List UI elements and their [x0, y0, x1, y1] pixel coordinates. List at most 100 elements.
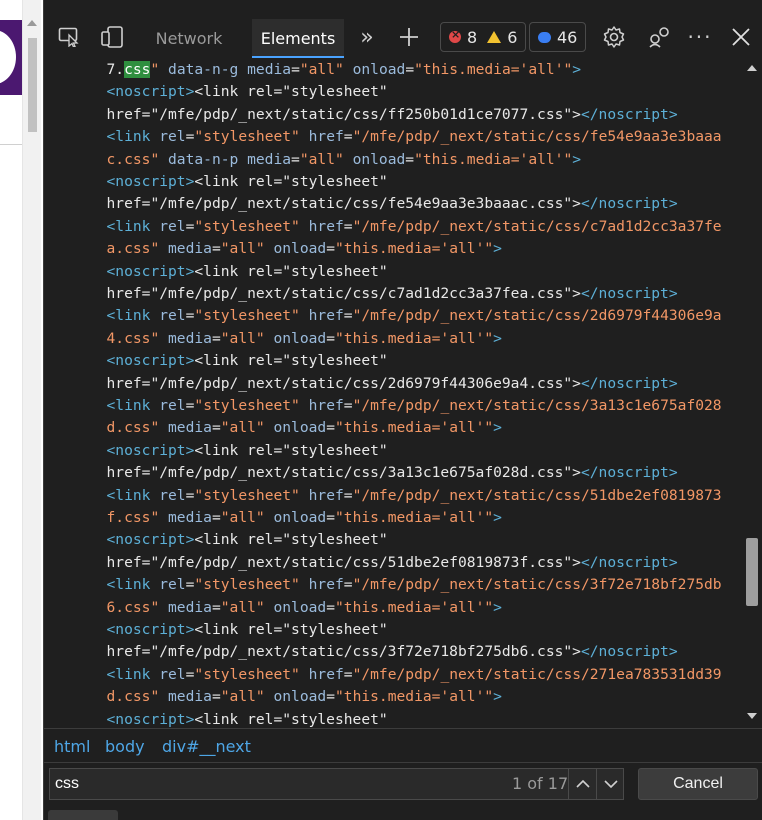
code-token: > [493, 419, 502, 437]
drawer-tab-stub[interactable] [48, 810, 118, 820]
code-token: "/mfe/pdp/_next/static/css/271ea783531dd… [352, 665, 722, 683]
dom-tree-line[interactable]: href="/mfe/pdp/_next/static/css/3a13c1e6… [107, 462, 678, 484]
breadcrumb-html[interactable]: html [54, 737, 90, 756]
dom-tree-line[interactable]: href="/mfe/pdp/_next/static/css/c7ad1d2c… [107, 283, 678, 305]
next-match-button[interactable] [596, 769, 624, 799]
search-input[interactable] [55, 773, 495, 795]
close-devtools-icon[interactable] [728, 25, 754, 49]
dom-tree-line[interactable]: a.css" media="all" onload="this.media='a… [107, 238, 502, 260]
dom-tree-line[interactable]: href="/mfe/pdp/_next/static/css/51dbe2ef… [107, 552, 678, 574]
page-divider [0, 144, 22, 145]
scroll-up-arrow-icon[interactable] [747, 65, 757, 71]
previous-match-button[interactable] [568, 769, 596, 799]
code-token: <link rel="stylesheet" [194, 621, 388, 638]
code-token: "all" [299, 150, 344, 168]
elements-dom-tree[interactable]: 7.css" data-n-g media="all" onload="this… [44, 58, 742, 728]
code-token: rel [150, 307, 186, 325]
code-token: "/mfe/pdp/_next/static/css/fe54e9aa3e3ba… [352, 128, 722, 146]
dom-tree-line[interactable]: <link rel="stylesheet" href="/mfe/pdp/_n… [107, 574, 722, 596]
code-token: href [299, 217, 344, 235]
dom-tree-line[interactable]: d.css" media="all" onload="this.media='a… [107, 417, 502, 439]
dom-tree-line[interactable]: href="/mfe/pdp/_next/static/css/3f72e718… [107, 641, 678, 663]
code-token: d.css" [106, 688, 160, 706]
more-tabs-icon[interactable]: » [354, 25, 380, 50]
code-token: <link [106, 128, 151, 146]
page-scroll-up-icon[interactable] [27, 20, 37, 26]
page-scrollbar-thumb[interactable] [28, 38, 37, 132]
code-token: "this.media='all'" [335, 688, 494, 706]
dom-tree-line[interactable]: c.css" data-n-p media="all" onload="this… [107, 149, 582, 171]
code-token: <link rel="stylesheet" [194, 441, 388, 459]
dom-tree-line[interactable]: <noscript><link rel="stylesheet" [107, 440, 388, 462]
code-token: "/mfe/pdp/_next/static/css/3a13c1e675af0… [352, 397, 722, 414]
dom-tree-line[interactable]: <link rel="stylesheet" href="/mfe/pdp/_n… [107, 485, 722, 507]
dom-tree-line[interactable]: <noscript><link rel="stylesheet" [107, 709, 388, 728]
page-header-block [0, 20, 22, 95]
dom-tree-line[interactable]: 4.css" media="all" onload="this.media='a… [107, 328, 502, 350]
page-scrollbar[interactable] [22, 0, 41, 820]
connected-devices-icon[interactable] [646, 25, 672, 49]
dom-tree-line[interactable]: <noscript><link rel="stylesheet" [107, 619, 388, 641]
inspect-element-icon[interactable] [56, 25, 82, 49]
dom-tree-line[interactable]: <noscript><link rel="stylesheet" [107, 81, 388, 103]
code-token: = [211, 329, 221, 347]
dom-tree-line[interactable]: <noscript><link rel="stylesheet" [107, 261, 388, 283]
dom-tree-line[interactable]: <link rel="stylesheet" href="/mfe/pdp/_n… [107, 305, 722, 327]
code-token: onload [264, 688, 327, 706]
code-token: "all" [220, 509, 265, 526]
page-viewport-strip [0, 0, 43, 820]
tab-network[interactable]: Network [142, 19, 236, 57]
code-token: <link rel="stylesheet" [194, 710, 388, 728]
add-tab-icon[interactable] [396, 25, 422, 49]
code-token: media [159, 509, 212, 526]
dom-tree-scrollbar[interactable] [742, 58, 762, 728]
dom-tree-line[interactable]: <link rel="stylesheet" href="/mfe/pdp/_n… [107, 664, 722, 686]
code-token: = [343, 665, 353, 683]
breadcrumb-body[interactable]: body [105, 737, 145, 756]
code-token: = [211, 509, 221, 526]
code-token: rel [150, 665, 186, 683]
code-token: <noscript> [106, 83, 195, 101]
search-box: 1 of 17 [49, 768, 624, 800]
chevron-down-icon [603, 780, 618, 789]
code-token: = [211, 688, 221, 706]
dom-tree-line[interactable]: <noscript><link rel="stylesheet" [107, 171, 388, 193]
dom-tree-line[interactable]: href="/mfe/pdp/_next/static/css/fe54e9aa… [107, 193, 678, 215]
dom-tree-line[interactable]: <link rel="stylesheet" href="/mfe/pdp/_n… [107, 395, 722, 417]
code-token: </noscript> [580, 285, 678, 302]
cancel-search-button[interactable]: Cancel [638, 768, 758, 800]
messages-badge[interactable]: 46 [529, 22, 587, 52]
code-token: d.css" [106, 419, 160, 437]
dom-tree-line[interactable]: <link rel="stylesheet" href="/mfe/pdp/_n… [107, 126, 722, 148]
dom-tree-line[interactable]: f.css" media="all" onload="this.media='a… [107, 507, 502, 529]
dom-tree-line[interactable]: href="/mfe/pdp/_next/static/css/2d6979f4… [107, 373, 678, 395]
code-token: <noscript> [106, 173, 195, 190]
settings-gear-icon[interactable] [601, 25, 627, 49]
dom-tree-line[interactable]: <link rel="stylesheet" href="/mfe/pdp/_n… [107, 216, 722, 238]
code-token: <noscript> [106, 441, 195, 459]
dom-tree-line[interactable]: 6.css" media="all" onload="this.media='a… [107, 597, 502, 619]
code-token: </noscript> [580, 374, 678, 392]
code-token: <link [106, 486, 151, 504]
search-match-count: 1 of 17 [512, 774, 569, 793]
more-options-icon[interactable]: ··· [687, 25, 713, 49]
code-token: <link rel="stylesheet" [194, 262, 388, 280]
dom-tree-line[interactable]: <noscript><link rel="stylesheet" [107, 350, 388, 372]
code-token: <link rel="stylesheet" [194, 531, 388, 549]
device-emulation-icon[interactable] [100, 25, 126, 49]
tab-elements[interactable]: Elements [252, 19, 344, 58]
dom-tree-scrollbar-thumb[interactable] [746, 538, 758, 606]
dom-tree-line[interactable]: d.css" media="all" onload="this.media='a… [107, 686, 502, 708]
code-token: onload [264, 419, 327, 437]
dom-tree-line[interactable]: <noscript><link rel="stylesheet" [107, 529, 388, 551]
code-token: "stylesheet" [194, 665, 300, 683]
breadcrumb-div-next[interactable]: div#__next [162, 737, 251, 756]
dom-tree-line[interactable]: href="/mfe/pdp/_next/static/css/ff250b01… [107, 104, 678, 126]
code-token: "/mfe/pdp/_next/static/css/c7ad1d2cc3a37… [352, 217, 722, 235]
scroll-down-arrow-icon[interactable] [747, 713, 757, 719]
code-token: "stylesheet" [194, 307, 300, 325]
issues-badge[interactable]: 8 6 [440, 22, 527, 52]
dom-tree-line[interactable]: 7.css" data-n-g media="all" onload="this… [107, 59, 581, 81]
code-token: <link [106, 307, 151, 325]
code-token: c.css" [106, 150, 160, 168]
